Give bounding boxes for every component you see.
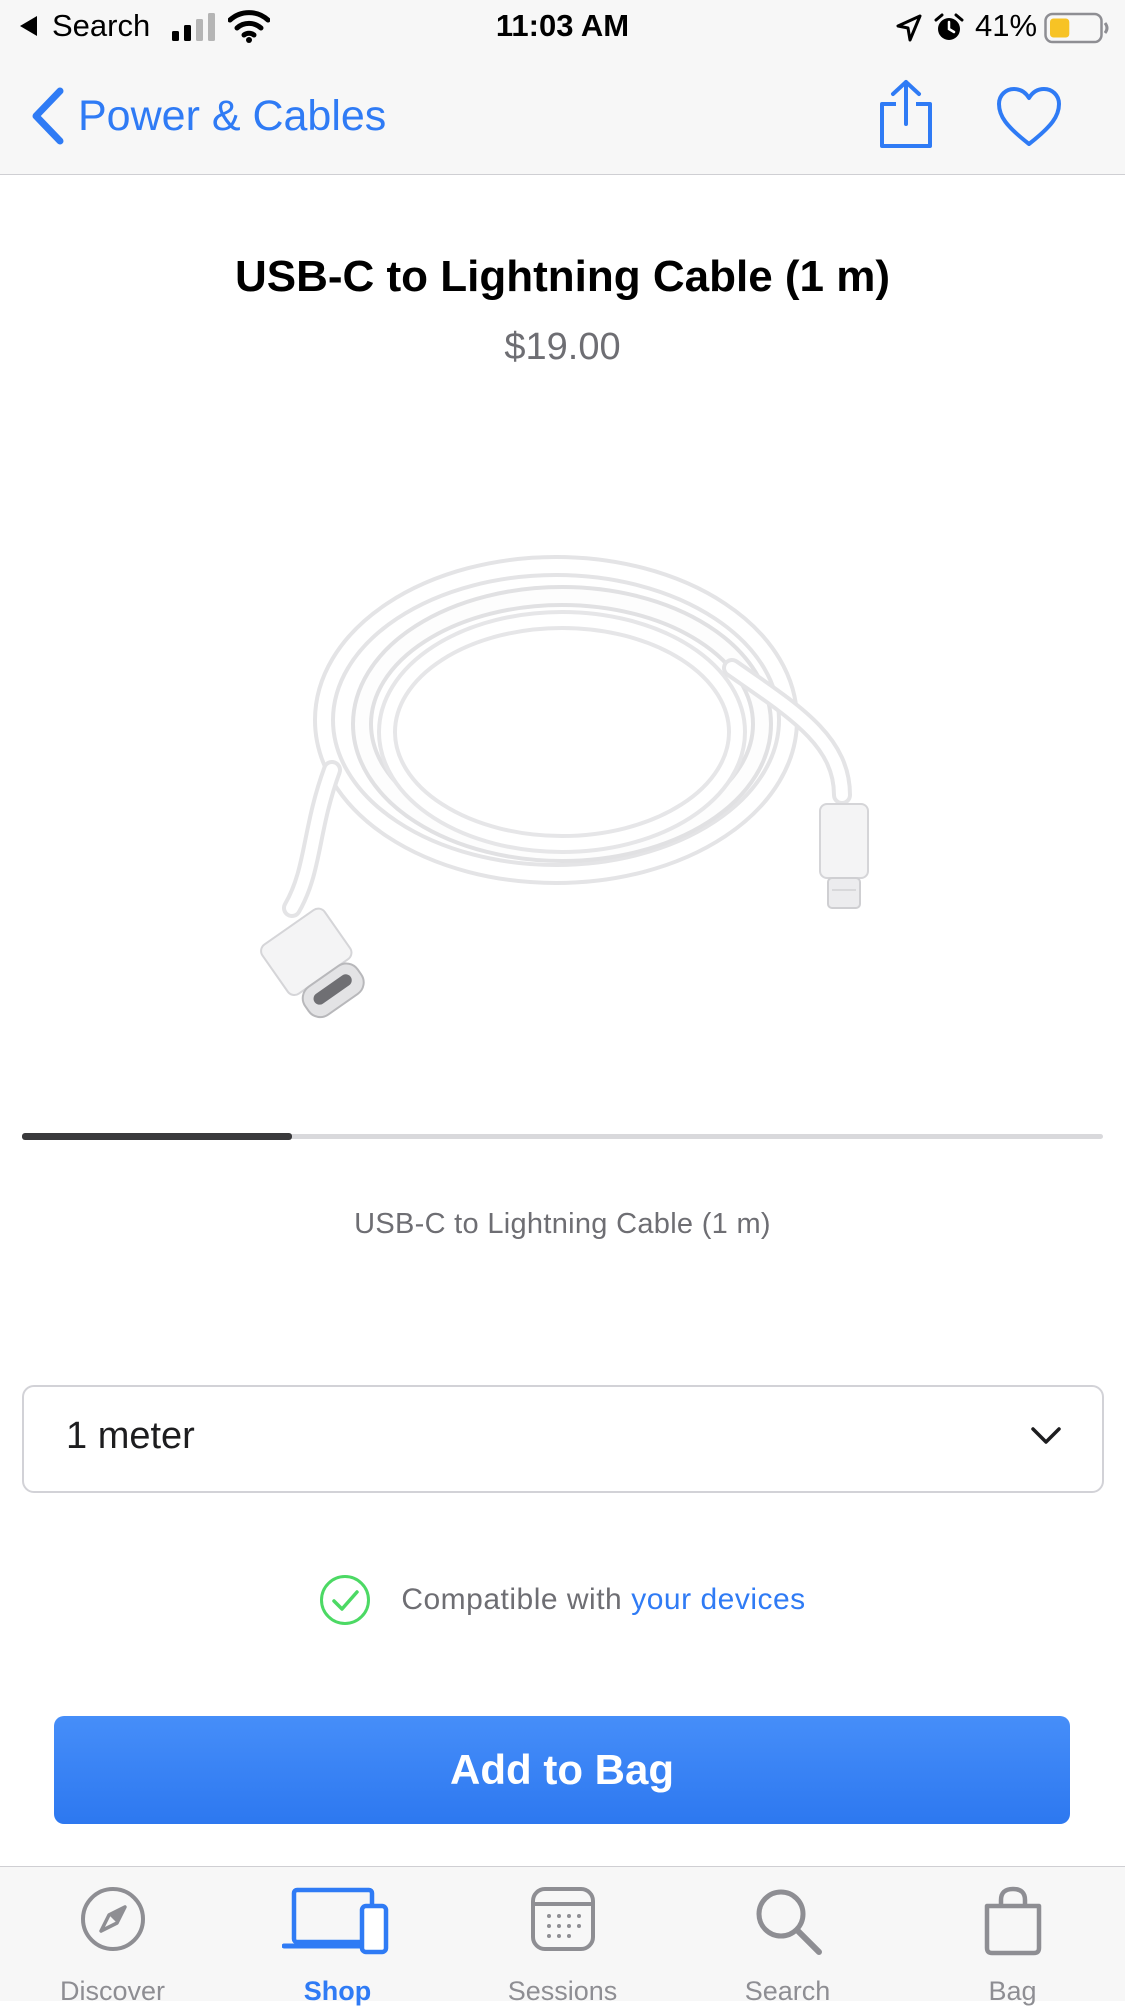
location-icon: [896, 14, 922, 42]
length-select-value: 1 meter: [66, 1415, 195, 1457]
back-button-label: Power & Cables: [78, 91, 387, 140]
tab-label: Sessions: [507, 1976, 618, 2006]
calendar-icon: [530, 1887, 595, 1951]
compass-icon: [80, 1887, 145, 1951]
tab-shop[interactable]: Shop: [225, 1866, 450, 2006]
devices-icon: [281, 1887, 388, 1955]
heart-icon[interactable]: [996, 86, 1062, 148]
gallery-scroll-indicator: [22, 1133, 293, 1140]
share-icon[interactable]: [876, 78, 936, 150]
tab-sessions[interactable]: Sessions: [450, 1866, 675, 2006]
checkmark-circle-icon: [320, 1575, 371, 1625]
tab-bag[interactable]: Bag: [900, 1866, 1125, 2006]
product-title: USB-C to Lightning Cable (1 m): [234, 252, 891, 301]
battery-percent: 41%: [975, 8, 1038, 43]
tab-label: Discover: [59, 1976, 166, 2006]
tab-discover[interactable]: Discover: [0, 1866, 225, 2006]
compatibility-text: Compatible with: [401, 1583, 623, 1616]
battery-icon: [1044, 12, 1109, 44]
add-to-bag-button[interactable]: Add to Bag: [54, 1716, 1070, 1824]
image-caption: USB-C to Lightning Cable (1 m): [354, 1208, 771, 1240]
tab-label: Shop: [303, 1976, 372, 2006]
chevron-left-icon: [32, 87, 64, 145]
your-devices-link[interactable]: your devices: [631, 1583, 805, 1617]
compatibility-row: Compatible with your devices: [0, 1572, 1125, 1628]
length-select[interactable]: 1 meter: [22, 1385, 1104, 1493]
product-price: $19.00: [504, 326, 621, 368]
back-button[interactable]: Power & Cables: [30, 84, 386, 148]
product-image[interactable]: [232, 540, 892, 1060]
chevron-down-icon: [1031, 1427, 1061, 1444]
tab-label: Bag: [988, 1976, 1037, 2006]
search-icon: [756, 1889, 822, 1955]
tab-label: Search: [744, 1976, 831, 2006]
bag-icon: [984, 1886, 1041, 1956]
alarm-icon: [934, 13, 964, 40]
tab-search[interactable]: Search: [675, 1866, 900, 2006]
